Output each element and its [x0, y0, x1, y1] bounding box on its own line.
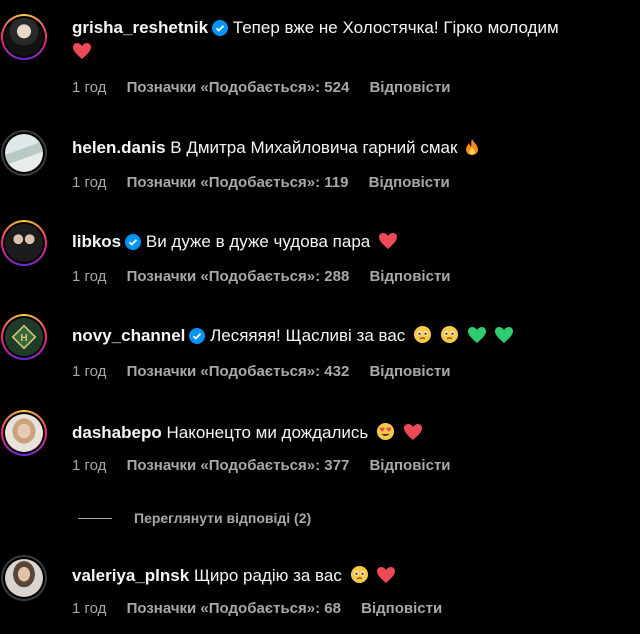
comment-username[interactable]: novy_channel [72, 326, 185, 345]
channel-logo-icon: H [11, 324, 37, 350]
comment-username[interactable]: grisha_reshetnik [72, 18, 208, 37]
avatar[interactable] [1, 220, 47, 266]
comment-likes[interactable]: Позначки «Подобається»: 524 [127, 79, 350, 96]
comment-text: Наконецто ми дождались [166, 423, 369, 442]
comment-username[interactable]: dashabepo [72, 423, 162, 442]
comment-likes[interactable]: Позначки «Подобається»: 119 [127, 174, 349, 191]
pleading-face-icon [440, 325, 458, 344]
red-heart-icon [378, 233, 397, 249]
avatar[interactable] [1, 410, 47, 456]
reply-button[interactable]: Відповісти [369, 268, 450, 285]
heart-eyes-face-icon [376, 422, 395, 441]
avatar[interactable] [1, 14, 47, 60]
comment-username[interactable]: valeriya_plnsk [72, 566, 189, 585]
comment-time: 1 год [72, 600, 107, 617]
comment-username[interactable]: libkos [72, 232, 121, 251]
comment-text: Тепер вже не Холостячка! Гірко молодим [232, 18, 559, 37]
reply-button[interactable]: Відповісти [369, 457, 450, 474]
comment-time: 1 год [72, 268, 107, 285]
comment-likes[interactable]: Позначки «Подобається»: 432 [127, 363, 350, 380]
verified-badge-icon [212, 20, 229, 36]
view-replies-label: Переглянути відповіді (2) [134, 510, 312, 526]
comment-likes[interactable]: Позначки «Подобається»: 377 [127, 457, 350, 474]
verified-badge-icon [189, 328, 206, 344]
red-heart-icon [403, 424, 422, 440]
pleading-face-icon [413, 325, 432, 344]
comment-username[interactable]: helen.danis [72, 138, 166, 157]
avatar[interactable]: H [1, 314, 47, 360]
avatar[interactable] [1, 130, 47, 176]
comment-time: 1 год [72, 457, 107, 474]
verified-badge-icon [125, 234, 142, 250]
comment-text: Ви дуже в дуже чудова пара [145, 232, 371, 251]
comment-likes[interactable]: Позначки «Подобається»: 68 [127, 600, 341, 617]
reply-button[interactable]: Відповісти [369, 79, 450, 96]
comment-time: 1 год [72, 174, 107, 191]
reply-button[interactable]: Відповісти [369, 363, 450, 380]
red-heart-icon [377, 567, 396, 583]
green-heart-icon [495, 327, 514, 343]
comment-text: Щиро радію за вас [193, 566, 342, 585]
comment-text: Лесяяяя! Щасливі за вас [210, 326, 406, 345]
comment-time: 1 год [72, 363, 107, 380]
avatar[interactable] [1, 555, 47, 601]
svg-text:H: H [20, 333, 27, 344]
red-heart-icon [73, 43, 91, 59]
replies-divider [78, 518, 112, 519]
reply-button[interactable]: Відповісти [369, 174, 450, 191]
comment-text: В Дмитра Михайловича гарний смак [170, 138, 458, 157]
green-heart-icon [467, 327, 486, 343]
pleading-face-icon [350, 565, 368, 584]
comment-time: 1 год [72, 79, 107, 96]
fire-icon [466, 139, 479, 155]
reply-button[interactable]: Відповісти [361, 600, 442, 617]
comment-likes[interactable]: Позначки «Подобається»: 288 [127, 268, 350, 285]
